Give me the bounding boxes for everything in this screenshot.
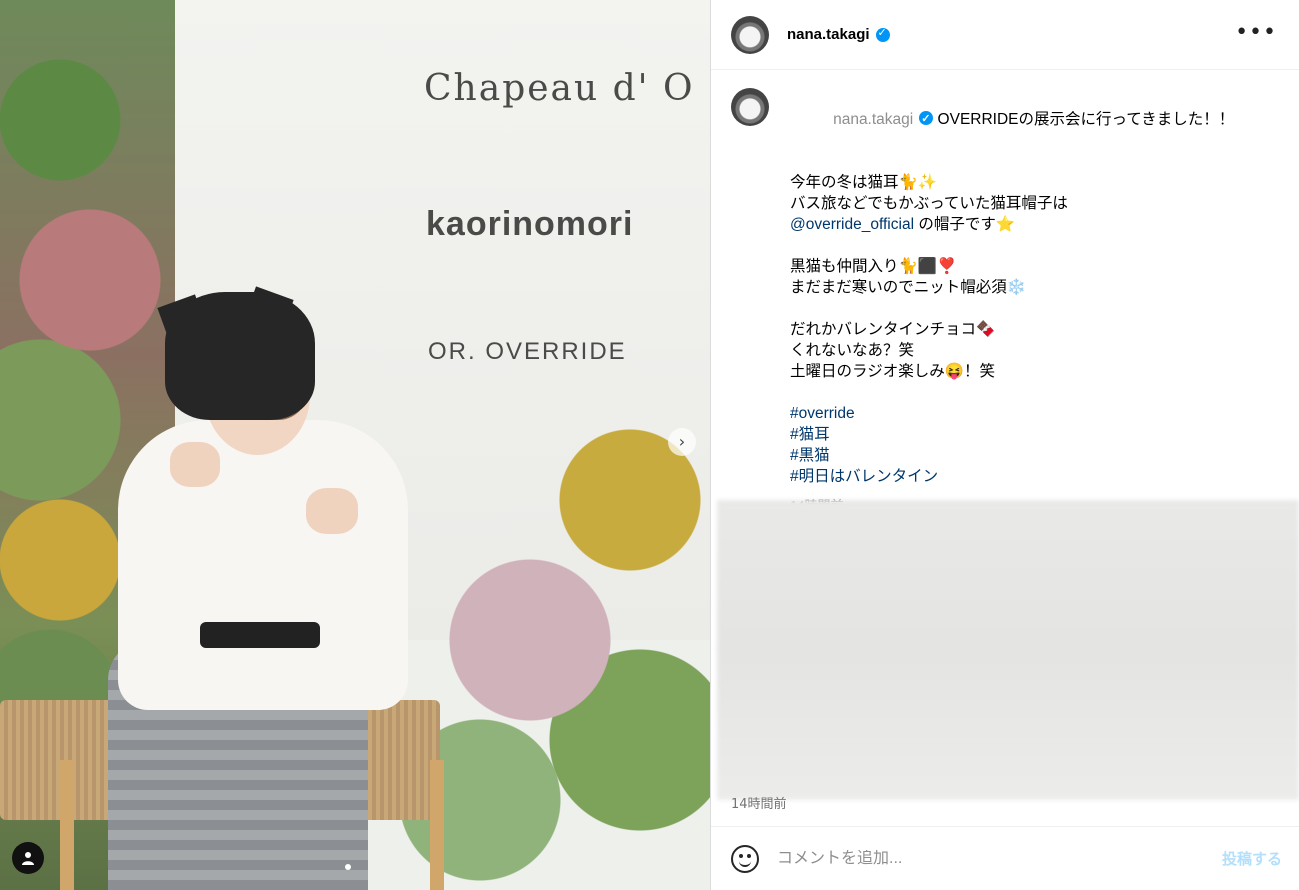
person-fist — [306, 488, 358, 534]
post-comment-button[interactable]: 投稿する — [1222, 848, 1282, 869]
brand-chapeaudo: Chapeau d' O — [424, 68, 695, 109]
verified-icon — [919, 109, 934, 130]
avatar[interactable] — [731, 88, 769, 126]
person-jacket — [118, 420, 408, 710]
brand-kaorinomori: kaorinomori — [426, 205, 634, 243]
caption-line: だれかバレンタインチョコ🍫 — [790, 321, 996, 338]
caption-line: くれないなあ？笑 — [790, 342, 915, 359]
brand-override: OR. OVERRIDE — [428, 338, 627, 365]
person-fist — [170, 442, 220, 487]
comment-input[interactable] — [777, 849, 1222, 868]
person-icon[interactable] — [12, 842, 44, 874]
hashtag-link[interactable]: #明日はバレンタイン — [790, 466, 1234, 487]
caption-row: nana.takagi OVERRIDEの展示会に行ってきました！！ 今年の冬は… — [711, 70, 1299, 516]
blurred-timestamp: 14時間前 — [731, 797, 787, 812]
caption: nana.takagi OVERRIDEの展示会に行ってきました！！ 今年の冬は… — [790, 88, 1234, 516]
bench-leg — [430, 760, 444, 890]
caption-line: 今年の冬は猫耳🐈✨ — [790, 174, 938, 191]
caption-first-line: OVERRIDEの展示会に行ってきました！！ — [937, 111, 1235, 128]
post-header: nana.takagi ••• — [711, 0, 1299, 70]
comment-bar: 投稿する — [711, 826, 1299, 890]
smile-icon[interactable] — [731, 844, 759, 873]
bench-leg — [60, 760, 74, 890]
person-belt — [200, 622, 320, 648]
caption-line: 黒猫も仲間入り🐈⬛❣️ — [790, 258, 957, 275]
blurred-comments — [717, 500, 1299, 800]
side-panel: nana.takagi ••• nana.takagi OVERRIDEの展示会… — [710, 0, 1299, 890]
hashtag-link[interactable]: #黒猫 — [790, 445, 1234, 466]
avatar[interactable] — [731, 15, 769, 54]
caption-line: バス旅などでもかぶっていた猫耳帽子は — [790, 195, 1068, 212]
hashtag-link[interactable]: #猫耳 — [790, 424, 1234, 445]
post-view: Chapeau d' O kaorinomori OR. OVERRIDE › … — [0, 0, 1299, 890]
post-photo[interactable]: Chapeau d' O kaorinomori OR. OVERRIDE › — [0, 0, 710, 890]
caption-line: まだまだ寒いのでニット帽必須❄️ — [790, 279, 1026, 296]
mention-link[interactable]: @override_official — [790, 216, 914, 233]
caption-username[interactable]: nana.takagi — [833, 111, 913, 128]
caption-line: の帽子です⭐ — [914, 216, 1016, 233]
more-horizontal-icon[interactable]: ••• — [1235, 22, 1277, 44]
verified-icon — [875, 26, 890, 42]
cat-ear-hat — [165, 292, 315, 420]
header-username[interactable]: nana.takagi — [787, 26, 870, 43]
carousel-dot — [345, 864, 351, 870]
caption-line: 土曜日のラジオ楽しみ😝！笑 — [790, 363, 995, 380]
chevron-right-icon[interactable]: › — [668, 428, 696, 456]
hashtag-link[interactable]: #override — [790, 403, 1234, 424]
